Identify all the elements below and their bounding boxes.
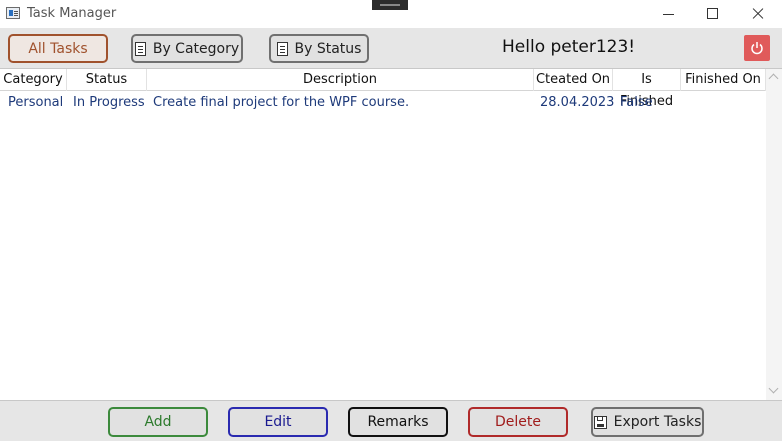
drag-handle[interactable] (372, 0, 408, 10)
title-bar: Task Manager (0, 0, 782, 28)
column-header-finished-on[interactable]: Finished On (681, 69, 766, 91)
by-category-label: By Category (152, 40, 240, 57)
add-button[interactable]: Add (108, 407, 208, 437)
floppy-icon (593, 415, 607, 429)
column-header-is-finished[interactable]: Is Finished (613, 69, 681, 109)
doc-icon (276, 41, 288, 56)
remarks-label: Remarks (367, 414, 429, 430)
cell-status: In Progress (73, 95, 145, 110)
doc-icon (134, 41, 146, 56)
bottom-toolbar: Add Edit Remarks Delete Export Tasks (0, 400, 782, 441)
cell-is-finished: False (620, 95, 653, 110)
column-header-category[interactable]: Category (0, 69, 67, 91)
power-icon (751, 42, 763, 55)
tasks-table: Category Status Description Cteated On I… (0, 69, 766, 400)
table-header: Category Status Description Cteated On I… (0, 69, 766, 109)
column-header-status[interactable]: Status (67, 69, 147, 91)
maximize-icon[interactable] (690, 0, 734, 28)
by-status-label: By Status (294, 40, 362, 57)
app-icon (6, 7, 20, 19)
remarks-button[interactable]: Remarks (348, 407, 448, 437)
all-tasks-button[interactable]: All Tasks (8, 34, 108, 63)
greeting-text: Hello peter123! (502, 37, 636, 57)
top-toolbar: All Tasks By Category By Status Hello pe… (0, 28, 782, 69)
close-icon[interactable] (736, 0, 780, 28)
table-row[interactable]: Personal In Progress Create final projec… (0, 92, 766, 114)
edit-button[interactable]: Edit (228, 407, 328, 437)
export-tasks-button[interactable]: Export Tasks (591, 407, 704, 437)
delete-label: Delete (495, 414, 541, 430)
window-title: Task Manager (27, 6, 117, 21)
add-label: Add (144, 414, 172, 430)
edit-label: Edit (264, 414, 292, 430)
scroll-down-icon[interactable] (768, 383, 779, 394)
by-category-button[interactable]: By Category (131, 34, 243, 63)
cell-created-on: 28.04.2023 (540, 95, 615, 110)
all-tasks-label: All Tasks (28, 40, 88, 57)
export-label: Export Tasks (613, 414, 702, 430)
cell-description: Create final project for the WPF course. (153, 95, 410, 110)
column-header-created-on[interactable]: Cteated On (534, 69, 613, 91)
logout-button[interactable] (744, 35, 770, 61)
column-header-description[interactable]: Description (147, 69, 534, 91)
by-status-button[interactable]: By Status (269, 34, 369, 63)
scroll-up-icon[interactable] (768, 73, 779, 84)
vertical-scrollbar[interactable] (766, 69, 782, 400)
delete-button[interactable]: Delete (468, 407, 568, 437)
cell-category: Personal (8, 95, 64, 110)
minimize-icon[interactable] (646, 0, 690, 28)
